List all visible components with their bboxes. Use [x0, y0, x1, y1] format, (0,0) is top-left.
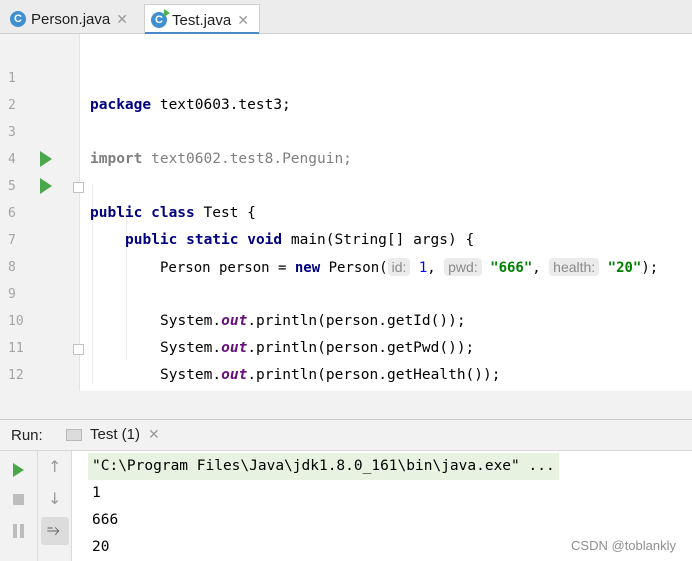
close-icon[interactable]: ✕	[237, 12, 249, 29]
code-line: 7 Person person = new Person(id: 1, pwd:…	[0, 200, 692, 276]
close-icon[interactable]: ✕	[148, 426, 160, 443]
code-line: 9 System.out.println(person.getId());	[0, 254, 692, 329]
pause-icon[interactable]	[13, 524, 24, 538]
code-line: 2	[0, 65, 692, 113]
code-line: 10 System.out.println(person.getPwd());	[0, 281, 692, 356]
editor-bottom-strip	[0, 391, 692, 419]
soft-wrap-icon: ⥱	[47, 520, 60, 539]
tab-test-java[interactable]: C Test.java ✕	[144, 4, 260, 35]
code-line: 3 import text0602.test8.Penguin;	[0, 92, 692, 167]
tab-label: Test.java	[172, 11, 232, 29]
code-line: 12 }	[0, 335, 692, 410]
tab-label: Person.java	[31, 10, 111, 28]
rerun-icon[interactable]	[13, 463, 24, 477]
code-line: 1 package text0603.test3;	[0, 38, 692, 113]
run-tab-test[interactable]: Test (1) ✕	[66, 426, 160, 443]
code-line: 4	[0, 119, 692, 167]
tab-person-java[interactable]: C Person.java ✕	[4, 4, 140, 34]
close-icon[interactable]: ✕	[116, 11, 128, 28]
code-line: 6 public static void main(String[] args)…	[0, 173, 692, 248]
run-label: Run:	[11, 427, 43, 444]
code-line: 11 System.out.println(person.getHealth()…	[0, 308, 692, 383]
run-tab-label: Test (1)	[90, 426, 141, 443]
run-toolbar	[0, 451, 38, 561]
console-line: 1	[92, 485, 101, 501]
stop-icon[interactable]	[13, 494, 24, 505]
code-line: 5 public class Test {	[0, 146, 692, 221]
console-line: 20	[92, 539, 110, 555]
arrow-down-icon[interactable]: ↓	[48, 489, 61, 508]
java-class-icon: C	[10, 11, 26, 27]
code-line: 13 }	[0, 362, 692, 437]
editor-tab-bar: C Person.java ✕ C Test.java ✕	[0, 0, 692, 35]
console-line: 666	[92, 512, 119, 528]
code-line: 8	[0, 227, 692, 275]
watermark: CSDN @toblankly	[571, 538, 676, 553]
java-runnable-class-icon: C	[151, 9, 170, 28]
console-icon	[66, 428, 82, 441]
console-command-line: "C:\Program Files\Java\jdk1.8.0_161\bin\…	[88, 453, 559, 480]
soft-wrap-button[interactable]: ⥱	[41, 517, 69, 545]
run-panel-header: Run: Test (1) ✕	[0, 419, 692, 451]
arrow-up-icon[interactable]: ↑	[48, 457, 61, 476]
code-editor[interactable]: 1 package text0603.test3; 2 3 import tex…	[0, 34, 692, 437]
